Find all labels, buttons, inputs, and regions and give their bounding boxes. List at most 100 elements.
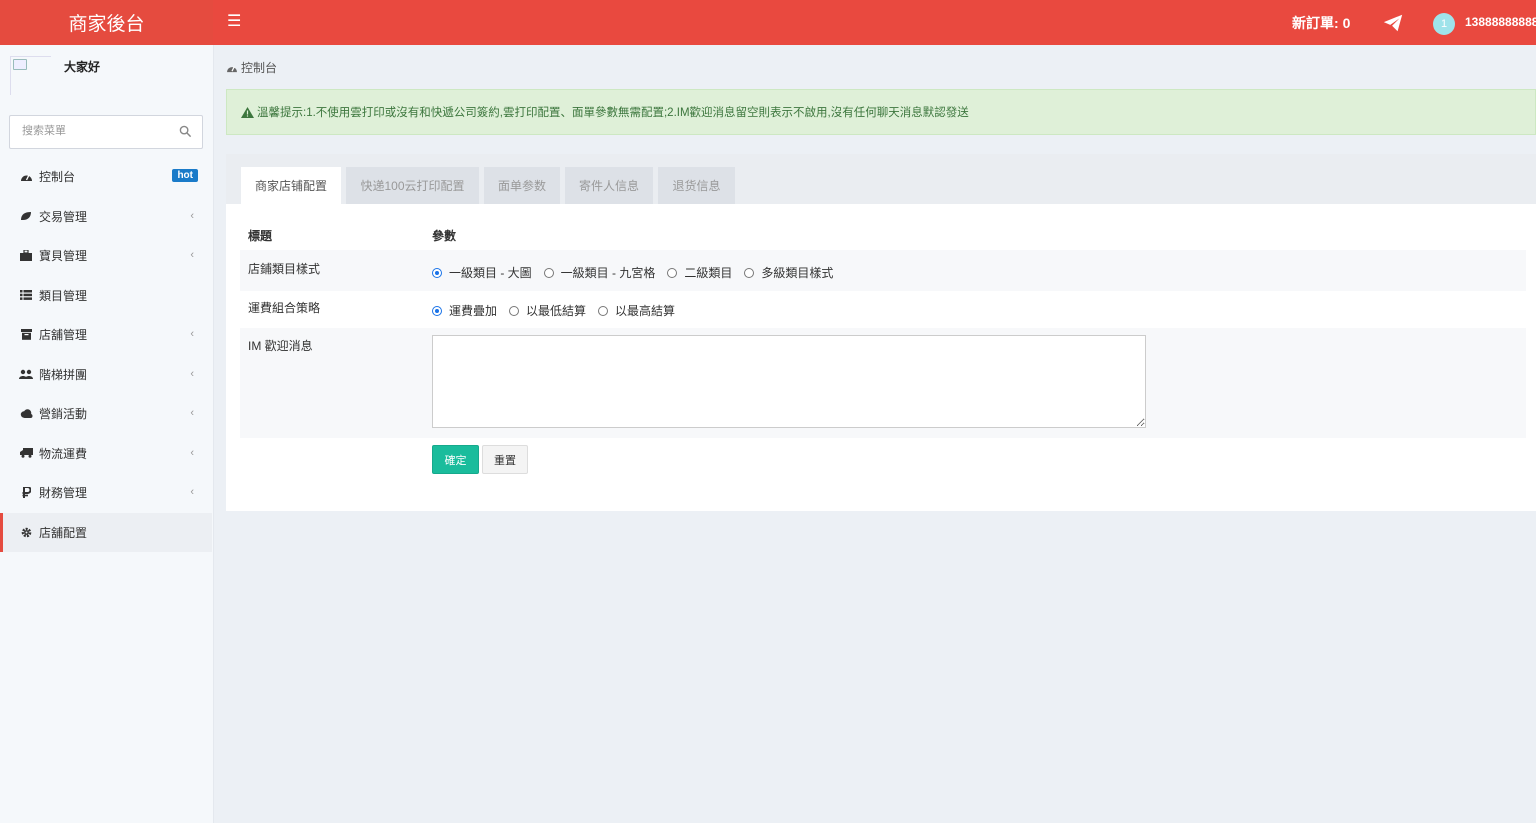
paper-plane-icon[interactable]: [1382, 12, 1404, 34]
leaf-icon: [19, 209, 33, 223]
sidebar-item-finance[interactable]: 財務管理 ‹: [0, 473, 212, 513]
radio-button[interactable]: [667, 267, 678, 278]
radio-option[interactable]: 一級類目 - 大圖: [432, 264, 532, 281]
sidebar-menu: 控制台 hot 交易管理 ‹ 寶貝管理 ‹ 類目管理 店舖管理 ‹ 階梯拼團 ‹: [0, 157, 212, 552]
radio-label: 以最高結算: [615, 304, 676, 318]
chevron-left-icon: ‹: [190, 446, 194, 459]
sidebar-item-logistics[interactable]: 物流運費 ‹: [0, 434, 212, 474]
sidebar-item-trade[interactable]: 交易管理 ‹: [0, 197, 212, 237]
sidebar: 大家好 控制台 hot 交易管理 ‹ 寶貝管理 ‹ 類目管理: [0, 45, 214, 823]
table-row: IM 歡迎消息: [240, 328, 1526, 438]
sidebar-item-group-buy[interactable]: 階梯拼團 ‹: [0, 355, 212, 395]
sidebar-item-label: 寶貝管理: [39, 249, 88, 264]
breadcrumb-item[interactable]: 控制台: [241, 59, 277, 76]
menu-search: [9, 115, 203, 149]
radio-option[interactable]: 二級類目: [667, 264, 732, 281]
hot-badge: hot: [172, 169, 198, 182]
avatar: [10, 56, 51, 95]
tab-return-info[interactable]: 退货信息: [658, 167, 735, 204]
hamburger-icon[interactable]: ☰: [227, 13, 241, 31]
dashboard-icon: [19, 170, 33, 184]
app-logo-text: 商家後台: [68, 14, 145, 35]
new-orders-indicator[interactable]: 新訂單: 0: [1292, 13, 1350, 33]
radio-button[interactable]: [432, 305, 442, 316]
greeting: 大家好: [64, 60, 101, 74]
tab-sender-info[interactable]: 寄件人信息: [565, 167, 653, 204]
column-param: 參數: [432, 229, 457, 243]
row-label: 店鋪類目樣式: [248, 262, 321, 276]
chevron-left-icon: ‹: [190, 486, 194, 498]
users-icon: [19, 367, 33, 381]
sidebar-item-label: 階梯拼團: [39, 367, 88, 382]
column-title: 標題: [248, 229, 273, 243]
sidebar-item-label: 交易管理: [39, 209, 88, 224]
top-navbar: ☰ 新訂單: 0 1 13888888888: [213, 0, 1536, 45]
truck-icon: [19, 446, 33, 460]
dashboard-icon: [227, 65, 237, 72]
alert-text: 溫馨提示:1.不使用雲打印或沒有和快遞公司簽約,雲打印配置、面單參數無需配置;2…: [257, 107, 969, 119]
radio-button[interactable]: [744, 267, 755, 278]
user-avatar-text: 1: [1440, 18, 1448, 30]
sidebar-item-label: 店舖配置: [39, 525, 88, 540]
new-orders-label: 新訂單:: [1292, 15, 1339, 31]
radio-button[interactable]: [509, 305, 520, 316]
radio-option[interactable]: 運費疊加: [432, 302, 497, 319]
user-phone[interactable]: 13888888888: [1465, 15, 1536, 29]
chevron-left-icon: ‹: [190, 209, 194, 222]
user-panel: 大家好: [0, 45, 213, 105]
im-welcome-textarea[interactable]: [432, 335, 1146, 428]
radio-option[interactable]: 一級類目 - 九宮格: [543, 264, 656, 281]
tab-store-config[interactable]: 商家店铺配置: [241, 167, 341, 204]
radio-option[interactable]: 多級類目樣式: [744, 264, 833, 281]
radio-label: 以最低結算: [526, 304, 587, 318]
tab-cloud-print[interactable]: 快递100云打印配置: [346, 167, 479, 204]
tabs-bar: 商家店铺配置 快递100云打印配置 面单参数 寄件人信息 退货信息: [226, 154, 1536, 204]
tab-waybill-params[interactable]: 面单参数: [484, 167, 560, 204]
radio-label: 多級類目樣式: [761, 266, 834, 280]
radio-label: 一級類目 - 九宮格: [560, 266, 656, 280]
breadcrumb: 控制台: [226, 59, 277, 76]
sidebar-item-store[interactable]: 店舖管理 ‹: [0, 315, 212, 355]
config-form: 標題 參數 店鋪類目樣式 一級類目 - 大圖 一級類目 - 九宮格 二級類目 多…: [240, 220, 1526, 438]
app-logo[interactable]: 商家後台: [0, 0, 213, 45]
sidebar-item-store-config[interactable]: 店舖配置: [0, 512, 212, 552]
chevron-left-icon: ‹: [190, 367, 194, 380]
radio-label: 一級類目 - 大圖: [449, 266, 532, 280]
row-label: 運費組合策略: [248, 301, 321, 315]
warning-icon: [241, 106, 254, 118]
briefcase-icon: [19, 249, 33, 263]
sidebar-item-label: 營銷活動: [39, 407, 88, 422]
new-orders-count: 0: [1342, 15, 1351, 31]
archive-icon: [19, 328, 33, 342]
chevron-left-icon: ‹: [190, 407, 194, 419]
chevron-left-icon: ‹: [190, 328, 194, 340]
gear-icon: [19, 525, 33, 539]
search-icon[interactable]: [179, 125, 192, 138]
sidebar-item-categories[interactable]: 類目管理: [0, 276, 212, 316]
table-row: 運費組合策略 運費疊加 以最低結算 以最高結算: [240, 291, 1526, 328]
sidebar-item-marketing[interactable]: 營銷活動 ‹: [0, 394, 212, 434]
radio-button[interactable]: [543, 267, 554, 278]
menu-search-input[interactable]: [10, 116, 184, 146]
sidebar-item-label: 財務管理: [39, 486, 88, 501]
shipping-strategy-radio-group: 運費疊加 以最低結算 以最高結算: [432, 302, 687, 319]
radio-button[interactable]: [598, 305, 609, 316]
radio-option[interactable]: 以最低結算: [509, 302, 586, 319]
sidebar-item-label: 控制台: [39, 170, 76, 185]
radio-button[interactable]: [432, 267, 442, 278]
submit-button[interactable]: 確定: [432, 445, 479, 474]
radio-label: 二級類目: [684, 266, 733, 280]
row-label: IM 歡迎消息: [248, 339, 313, 353]
radio-label: 運費疊加: [449, 304, 498, 318]
radio-option[interactable]: 以最高結算: [598, 302, 675, 319]
sidebar-item-label: 店舖管理: [39, 328, 88, 343]
table-row: 店鋪類目樣式 一級類目 - 大圖 一級類目 - 九宮格 二級類目 多級類目樣式: [240, 250, 1526, 291]
user-avatar[interactable]: 1: [1433, 13, 1455, 35]
sidebar-item-dashboard[interactable]: 控制台 hot: [0, 157, 212, 197]
category-style-radio-group: 一級類目 - 大圖 一級類目 - 九宮格 二級類目 多級類目樣式: [432, 264, 845, 281]
reset-button[interactable]: 重置: [482, 445, 528, 474]
form-header-row: 標題 參數: [240, 220, 1526, 250]
form-actions: 確定 重置: [432, 445, 528, 474]
sidebar-item-products[interactable]: 寶貝管理 ‹: [0, 236, 212, 276]
sidebar-item-label: 類目管理: [39, 288, 88, 303]
